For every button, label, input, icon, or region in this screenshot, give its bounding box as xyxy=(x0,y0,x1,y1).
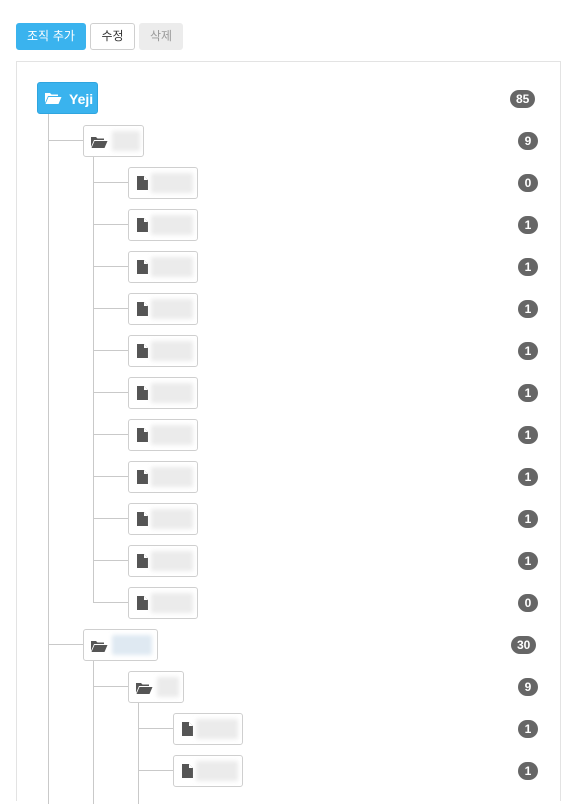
tree-connector xyxy=(48,140,83,141)
folder-open-icon xyxy=(91,641,108,652)
file-icon xyxy=(137,386,148,400)
file-icon xyxy=(137,344,148,358)
tree-file-node[interactable] xyxy=(128,377,198,409)
tree-folder-count-badge: 30 xyxy=(511,636,537,654)
file-icon xyxy=(137,176,148,190)
redacted-label xyxy=(151,257,193,277)
file-icon xyxy=(137,428,148,442)
tree-file-count-badge: 0 xyxy=(518,174,538,192)
tree-root-node[interactable]: Yeji xyxy=(37,82,98,114)
add-organization-button[interactable]: 조직 추가 xyxy=(16,23,86,50)
tree-file-node[interactable] xyxy=(128,503,198,535)
tree-file-count-badge: 0 xyxy=(518,594,538,612)
redacted-label xyxy=(151,593,193,613)
tree-connector xyxy=(93,308,128,309)
tree-root-count-badge: 85 xyxy=(510,90,536,108)
tree-connector xyxy=(48,644,83,645)
tree-folder-node[interactable] xyxy=(128,671,184,703)
redacted-label xyxy=(196,761,238,781)
tree-connector xyxy=(93,560,128,561)
redacted-label xyxy=(112,131,140,151)
tree-file-node[interactable] xyxy=(128,545,198,577)
tree-connector xyxy=(93,476,128,477)
tree-connector xyxy=(138,702,139,804)
delete-button[interactable]: 삭제 xyxy=(139,23,183,50)
folder-open-icon xyxy=(45,93,62,104)
file-icon xyxy=(182,722,193,736)
redacted-label xyxy=(151,383,193,403)
redacted-label xyxy=(151,215,193,235)
redacted-label xyxy=(151,341,193,361)
file-icon xyxy=(137,596,148,610)
tree-file-count-badge: 1 xyxy=(518,426,538,444)
tree-file-node[interactable] xyxy=(128,587,198,619)
tree-connector xyxy=(48,114,49,804)
tree-connector xyxy=(93,266,128,267)
file-icon xyxy=(137,554,148,568)
tree-connector xyxy=(93,434,128,435)
tree-file-node[interactable] xyxy=(128,209,198,241)
folder-open-icon xyxy=(136,683,153,694)
file-icon xyxy=(137,512,148,526)
tree-connector xyxy=(138,770,173,771)
redacted-label xyxy=(151,299,193,319)
tree-file-node[interactable] xyxy=(173,713,243,745)
tree-file-count-badge: 1 xyxy=(518,510,538,528)
tree-file-node[interactable] xyxy=(173,755,243,787)
tree-connector xyxy=(93,182,128,183)
tree-connector xyxy=(93,518,128,519)
redacted-label xyxy=(151,509,193,529)
organization-tree-panel: Yeji 85 9 0 1 1 1 1 1 1 1 1 1 0 30 9 1 1 xyxy=(16,61,561,804)
tree-file-node[interactable] xyxy=(128,461,198,493)
redacted-label xyxy=(151,551,193,571)
file-icon xyxy=(137,260,148,274)
tree-file-count-badge: 1 xyxy=(518,384,538,402)
tree-file-node[interactable] xyxy=(128,419,198,451)
tree-folder-node[interactable] xyxy=(83,629,158,661)
tree-folder-count-badge: 9 xyxy=(518,678,538,696)
tree-connector xyxy=(93,686,128,687)
tree-connector xyxy=(93,392,128,393)
folder-open-icon xyxy=(91,137,108,148)
redacted-label xyxy=(151,173,193,193)
tree-connector xyxy=(93,602,128,603)
redacted-label xyxy=(112,635,152,655)
tree-file-count-badge: 1 xyxy=(518,552,538,570)
tree-connector xyxy=(93,660,94,804)
tree-file-node[interactable] xyxy=(128,293,198,325)
tree-file-count-badge: 1 xyxy=(518,216,538,234)
redacted-label xyxy=(157,677,179,697)
tree-connector xyxy=(93,224,128,225)
tree-file-count-badge: 1 xyxy=(518,468,538,486)
file-icon xyxy=(182,764,193,778)
tree-file-node[interactable] xyxy=(128,251,198,283)
redacted-label xyxy=(196,719,238,739)
tree-connector xyxy=(93,350,128,351)
tree-folder-node[interactable] xyxy=(83,125,144,157)
tree-file-count-badge: 1 xyxy=(518,258,538,276)
file-icon xyxy=(137,470,148,484)
redacted-label xyxy=(151,467,193,487)
tree-file-count-badge: 1 xyxy=(518,762,538,780)
tree-root-label: Yeji xyxy=(69,91,94,107)
edit-button[interactable]: 수정 xyxy=(90,23,135,50)
tree-file-count-badge: 1 xyxy=(518,300,538,318)
tree-connector xyxy=(138,728,173,729)
tree-file-node[interactable] xyxy=(128,167,198,199)
file-icon xyxy=(137,218,148,232)
file-icon xyxy=(137,302,148,316)
tree-file-count-badge: 1 xyxy=(518,342,538,360)
tree-folder-count-badge: 9 xyxy=(518,132,538,150)
tree-file-count-badge: 1 xyxy=(518,720,538,738)
tree-file-node[interactable] xyxy=(128,335,198,367)
redacted-label xyxy=(151,425,193,445)
